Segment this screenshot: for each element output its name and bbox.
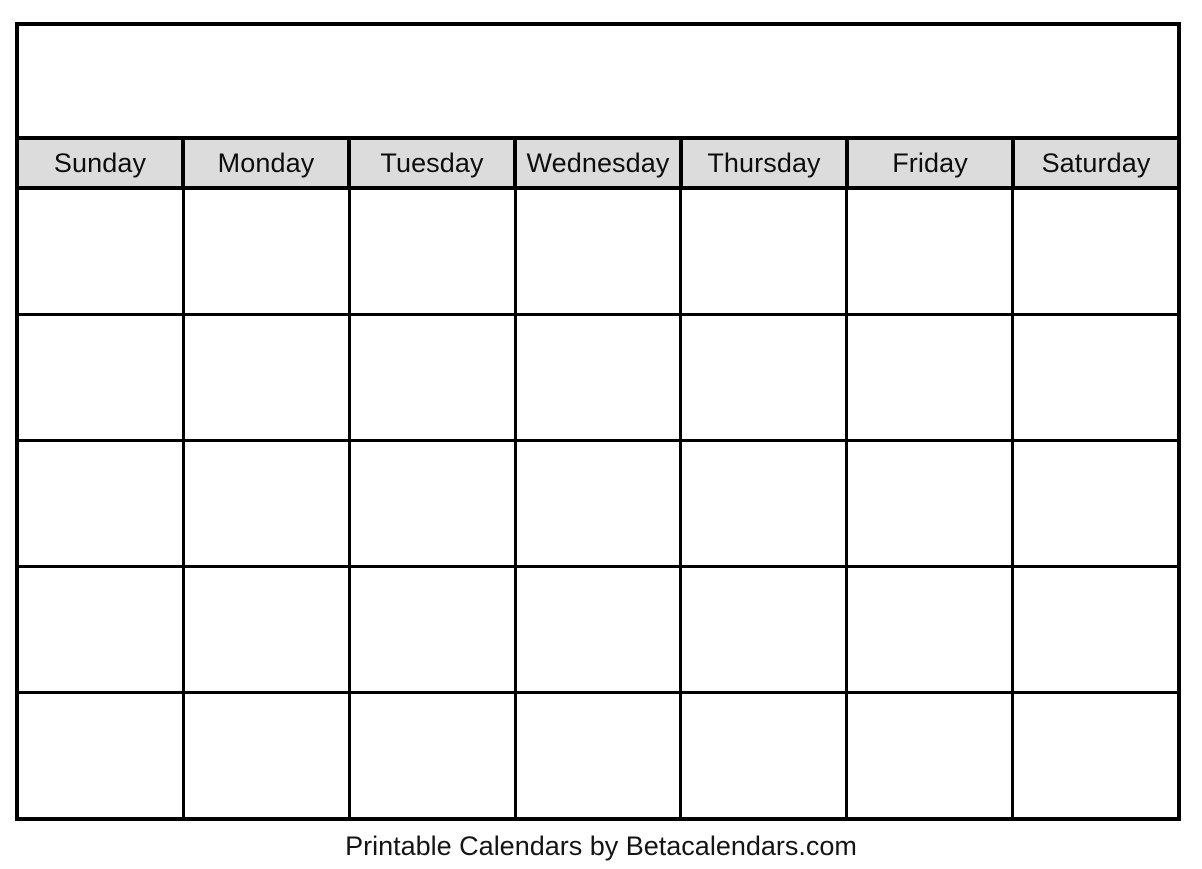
day-cell[interactable] <box>516 442 683 565</box>
weekday-label: Tuesday <box>380 147 484 178</box>
day-cell[interactable] <box>848 694 1015 817</box>
day-cell[interactable] <box>1014 442 1178 565</box>
weekday-header-tuesday: Tuesday <box>351 140 517 186</box>
day-cell[interactable] <box>19 568 185 691</box>
weekday-header-friday: Friday <box>849 140 1015 186</box>
day-cell[interactable] <box>19 316 185 439</box>
weekday-label: Friday <box>892 147 968 178</box>
weekday-header-wednesday: Wednesday <box>517 140 683 186</box>
day-cell[interactable] <box>350 190 517 313</box>
day-cell[interactable] <box>1014 694 1178 817</box>
day-cell[interactable] <box>184 568 351 691</box>
calendar-title-row[interactable] <box>19 26 1177 140</box>
day-cell[interactable] <box>350 694 517 817</box>
weekday-label: Wednesday <box>526 147 670 178</box>
day-cell[interactable] <box>19 442 185 565</box>
calendar-grid: Sunday Monday Tuesday Wednesday Thursday… <box>15 22 1181 821</box>
week-row <box>19 442 1178 568</box>
weekday-label: Saturday <box>1041 147 1151 178</box>
week-row <box>19 694 1178 817</box>
day-cell[interactable] <box>682 316 849 439</box>
week-row <box>19 568 1178 694</box>
week-row <box>19 190 1178 316</box>
day-cell[interactable] <box>682 694 849 817</box>
day-cell[interactable] <box>516 568 683 691</box>
footer: Printable Calendars by Betacalendars.com <box>0 824 1202 869</box>
calendar-page: Sunday Monday Tuesday Wednesday Thursday… <box>0 0 1202 869</box>
day-cell[interactable] <box>848 190 1015 313</box>
weekday-header-sunday: Sunday <box>19 140 185 186</box>
day-cell[interactable] <box>184 316 351 439</box>
day-cell[interactable] <box>1014 568 1178 691</box>
day-cell[interactable] <box>682 442 849 565</box>
weekday-header-saturday: Saturday <box>1015 140 1177 186</box>
weekday-header-monday: Monday <box>185 140 351 186</box>
day-cell[interactable] <box>1014 190 1178 313</box>
weekday-label: Monday <box>217 147 315 178</box>
day-cell[interactable] <box>19 694 185 817</box>
weekday-label: Thursday <box>707 147 821 178</box>
weekday-label: Sunday <box>53 147 147 178</box>
calendar-weeks <box>19 190 1178 817</box>
day-cell[interactable] <box>682 568 849 691</box>
day-cell[interactable] <box>516 316 683 439</box>
day-cell[interactable] <box>184 190 351 313</box>
day-cell[interactable] <box>848 568 1015 691</box>
day-cell[interactable] <box>19 190 185 313</box>
week-row <box>19 316 1178 442</box>
day-cell[interactable] <box>350 316 517 439</box>
footer-credit: Printable Calendars by Betacalendars.com <box>345 831 857 861</box>
day-cell[interactable] <box>184 694 351 817</box>
day-cell[interactable] <box>848 442 1015 565</box>
day-cell[interactable] <box>516 694 683 817</box>
day-cell[interactable] <box>184 442 351 565</box>
day-cell[interactable] <box>350 568 517 691</box>
day-cell[interactable] <box>1014 316 1178 439</box>
day-cell[interactable] <box>350 442 517 565</box>
day-cell[interactable] <box>848 316 1015 439</box>
weekday-header-row: Sunday Monday Tuesday Wednesday Thursday… <box>19 140 1177 190</box>
day-cell[interactable] <box>682 190 849 313</box>
day-cell[interactable] <box>516 190 683 313</box>
weekday-header-thursday: Thursday <box>683 140 849 186</box>
